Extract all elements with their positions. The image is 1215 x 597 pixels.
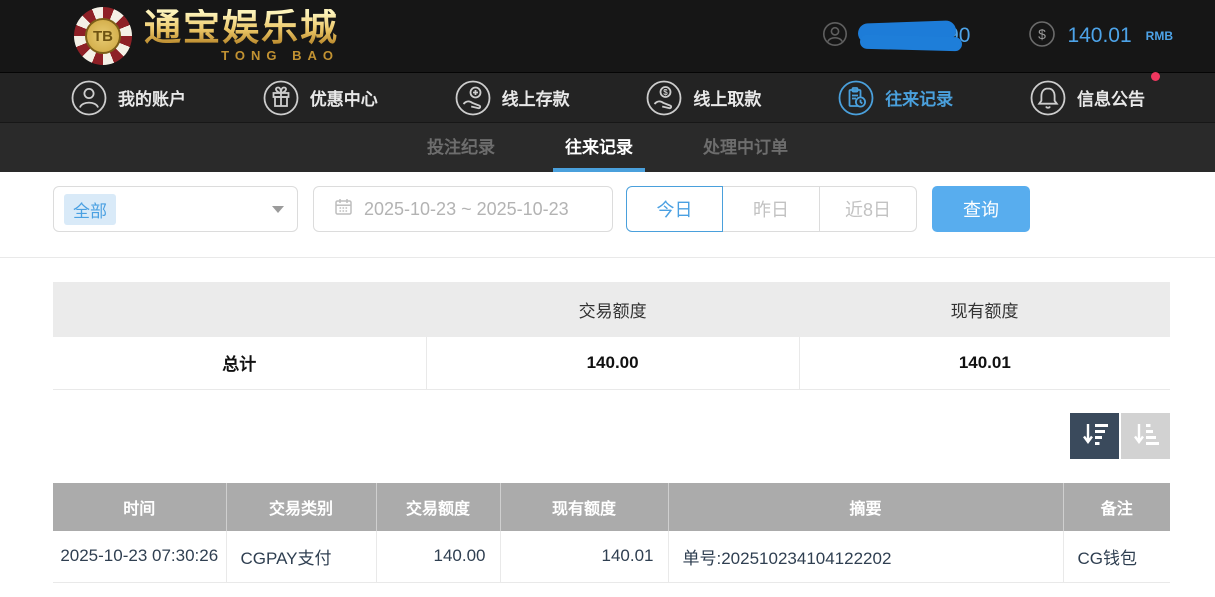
col-header-type: 交易类别 [226, 483, 376, 531]
summary-transaction-amount: 140.00 [426, 337, 799, 389]
logo-title-cn: 通宝娱乐城 [144, 9, 339, 46]
logo-text: 通宝娱乐城 TONG BAO [144, 9, 339, 63]
user-avatar-icon [822, 21, 848, 52]
nav-item-deposit[interactable]: 线上存款 [454, 79, 570, 117]
nav-label: 优惠中心 [310, 85, 378, 110]
date-range-value: 2025-10-23 ~ 2025-10-23 [364, 199, 569, 220]
gift-icon [262, 79, 300, 117]
col-header-note: 备注 [1063, 483, 1170, 531]
summary-current-amount: 140.01 [799, 337, 1170, 389]
balance-amount: 140.01 [1067, 24, 1131, 48]
chip-label: TB [85, 18, 121, 54]
sort-ascending-icon [1132, 421, 1160, 450]
bell-icon [1029, 79, 1067, 117]
cell-note: CG钱包 [1063, 531, 1170, 583]
nav-label: 线上存款 [502, 85, 570, 110]
cell-amount: 140.00 [376, 531, 500, 583]
filter-row: 全部 2025-10-23 ~ 2025-10-23 今日 [53, 186, 1170, 232]
nav-label: 信息公告 [1077, 85, 1145, 110]
table-row: 2025-10-23 07:30:26 CGPAY支付 140.00 140.0… [53, 531, 1170, 583]
tab-label: 处理中订单 [703, 133, 788, 158]
summary-header-empty [53, 282, 426, 337]
summary-table: 交易额度 现有额度 总计 140.00 140.01 [53, 282, 1170, 390]
summary-total-row: 总计 140.00 140.01 [53, 337, 1170, 389]
nav-item-withdraw[interactable]: $ 线上取款 [645, 79, 761, 117]
cell-summary: 单号:202510234104122202 [668, 531, 1063, 583]
calendar-icon [334, 197, 353, 221]
deposit-icon [454, 79, 492, 117]
balance-box: $ 140.01 RMB [1028, 20, 1173, 53]
tab-label: 投注纪录 [427, 133, 495, 158]
section-divider [0, 257, 1215, 258]
quick-btn-last-8-days[interactable]: 近8日 [820, 186, 917, 232]
cell-balance: 140.01 [500, 531, 668, 583]
summary-header-current-amount: 现有额度 [799, 282, 1170, 337]
quick-date-group: 今日 昨日 近8日 [626, 186, 917, 232]
records-table: 时间 交易类别 交易额度 现有额度 摘要 备注 2025-10-23 07:30… [53, 483, 1170, 584]
cell-type: CGPAY支付 [226, 531, 376, 583]
records-header-row: 时间 交易类别 交易额度 现有额度 摘要 备注 [53, 483, 1170, 531]
quick-btn-label: 昨日 [753, 196, 789, 222]
col-header-time: 时间 [53, 483, 226, 531]
nav-label: 我的账户 [118, 85, 186, 110]
quick-btn-label: 今日 [657, 196, 693, 222]
nav-item-transaction-records[interactable]: 往来记录 [837, 79, 953, 117]
tab-betting-records[interactable]: 投注纪录 [415, 123, 507, 172]
quick-btn-today[interactable]: 今日 [626, 186, 723, 232]
nav-label: 线上取款 [693, 85, 761, 110]
nav-item-my-account[interactable]: 我的账户 [70, 79, 186, 117]
tab-transaction-records[interactable]: 往来记录 [553, 123, 645, 172]
selected-type-chip: 全部 [64, 194, 116, 225]
col-header-summary: 摘要 [668, 483, 1063, 531]
quick-btn-label: 近8日 [845, 196, 891, 222]
chevron-down-icon [272, 206, 284, 213]
privacy-scribble [860, 35, 962, 52]
sort-descending-icon [1081, 421, 1109, 450]
user-account-box[interactable]: 590 [822, 18, 970, 54]
top-header: TB 通宝娱乐城 TONG BAO 590 [0, 0, 1215, 72]
nav-item-announcements[interactable]: 信息公告 [1029, 79, 1145, 117]
site-logo[interactable]: TB 通宝娱乐城 TONG BAO [74, 7, 339, 65]
nav-item-promotions[interactable]: 优惠中心 [262, 79, 378, 117]
col-header-balance: 现有额度 [500, 483, 668, 531]
sort-descending-button[interactable] [1070, 413, 1119, 459]
sort-ascending-button[interactable] [1121, 413, 1170, 459]
type-select[interactable]: 全部 [53, 186, 298, 232]
records-icon [837, 79, 875, 117]
nav-label: 往来记录 [885, 85, 953, 110]
search-button[interactable]: 查询 [932, 186, 1030, 232]
sub-nav: 投注纪录 往来记录 处理中订单 [0, 122, 1215, 172]
content-area: 全部 2025-10-23 ~ 2025-10-23 今日 [0, 172, 1215, 583]
quick-btn-yesterday[interactable]: 昨日 [723, 186, 820, 232]
header-right: 590 $ 140.01 RMB [822, 18, 1173, 54]
balance-currency: RMB [1146, 29, 1173, 43]
notification-dot [1151, 72, 1160, 81]
logo-title-en: TONG BAO [144, 48, 339, 63]
svg-text:$: $ [1039, 26, 1047, 42]
coin-icon: $ [1028, 20, 1056, 53]
main-nav: 我的账户 优惠中心 线上存款 [0, 72, 1215, 122]
account-icon [70, 79, 108, 117]
tab-label: 往来记录 [565, 133, 633, 158]
username-redacted: 590 [858, 18, 970, 54]
poker-chip-icon: TB [74, 7, 132, 65]
summary-header-row: 交易额度 现有额度 [53, 282, 1170, 337]
svg-text:$: $ [664, 88, 669, 97]
tab-processing-orders[interactable]: 处理中订单 [691, 123, 800, 172]
cell-time: 2025-10-23 07:30:26 [53, 531, 226, 583]
sort-controls [53, 413, 1170, 459]
withdraw-icon: $ [645, 79, 683, 117]
date-range-input[interactable]: 2025-10-23 ~ 2025-10-23 [313, 186, 613, 232]
summary-total-label: 总计 [53, 337, 426, 389]
col-header-amount: 交易额度 [376, 483, 500, 531]
summary-header-transaction-amount: 交易额度 [426, 282, 799, 337]
